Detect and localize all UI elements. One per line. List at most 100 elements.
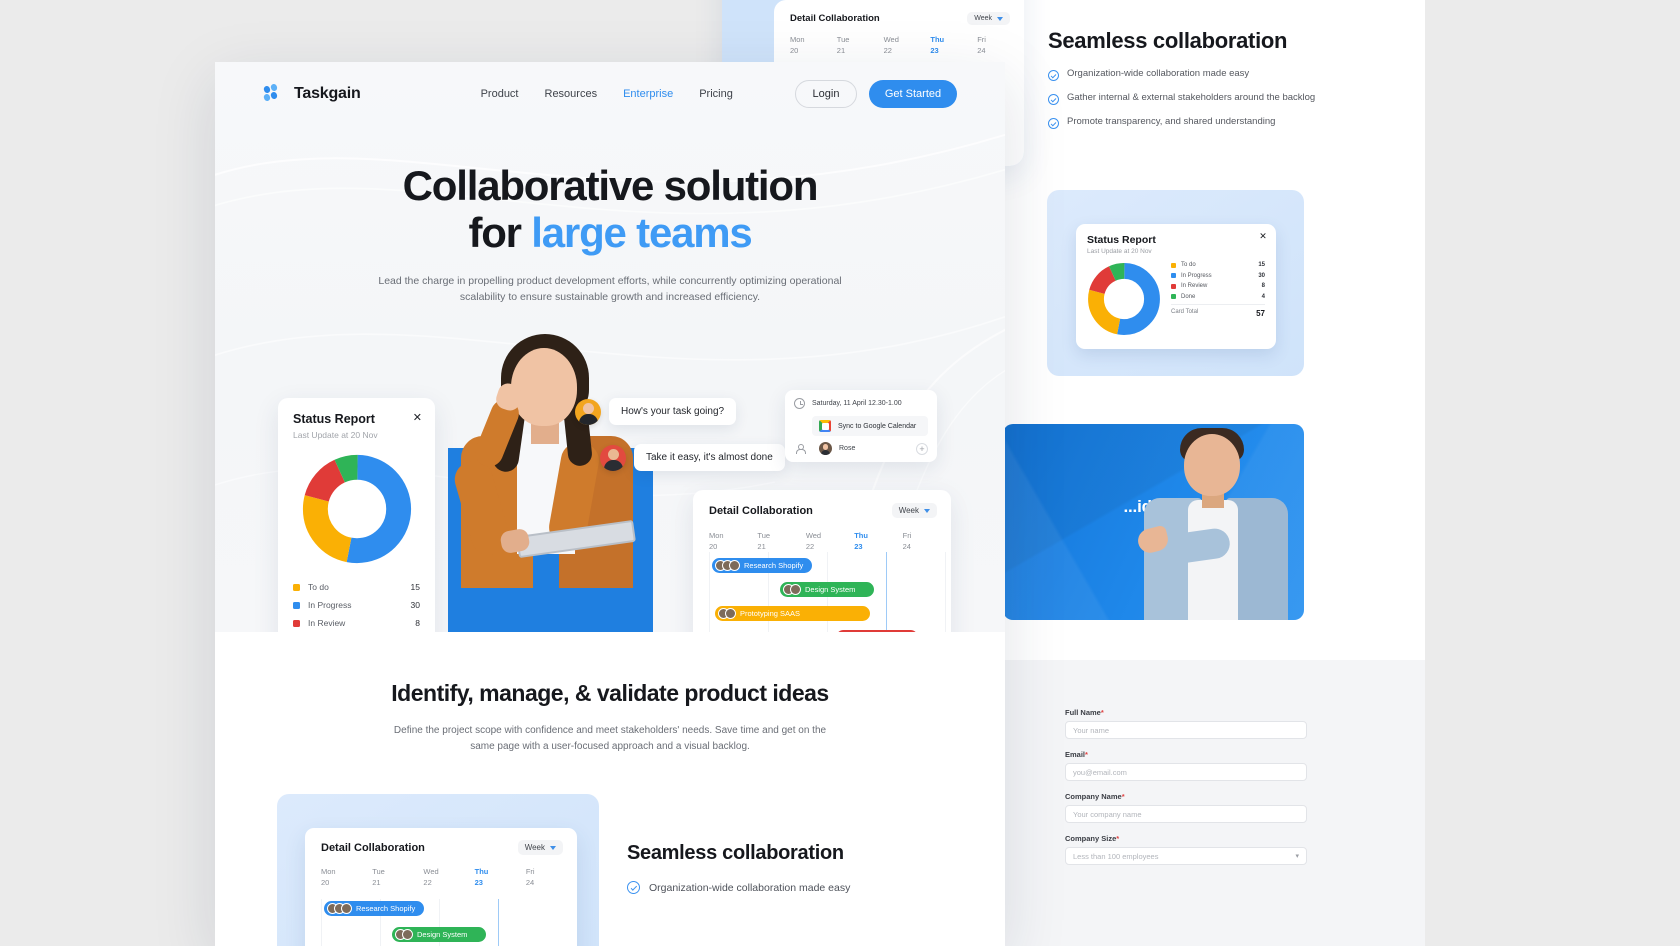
bullet-text: Promote transparency, and shared underst… <box>1067 116 1276 127</box>
company-name-input[interactable]: Your company name <box>1065 805 1307 823</box>
gantt-day: Thu 23 <box>930 35 945 55</box>
gantt-bar-research-shopify[interactable]: Research Shopify <box>324 900 424 916</box>
status-report-donut <box>1087 262 1161 341</box>
gantt-bar-avatars <box>327 902 352 914</box>
gantt-day-headers: Mon 20 Tue 21 Wed 22 Thu 23 Fri 24 <box>709 531 951 553</box>
nav-links: Product Resources Enterprise Pricing <box>481 88 733 100</box>
gantt-range-selector[interactable]: Week <box>967 12 1010 25</box>
gantt-bar-avatars <box>395 928 413 940</box>
chevron-down-icon <box>924 508 930 513</box>
legend-label: In Review <box>1181 283 1208 289</box>
taskgain-logo-icon <box>263 83 285 105</box>
gantt-bar-research-shopify[interactable]: Research Shopify <box>712 558 812 573</box>
website-preview-card: Taskgain Product Resources Enterprise Pr… <box>215 62 1005 946</box>
form-field-company-size: Company Size* Less than 100 employees ▾ <box>1065 834 1307 865</box>
gantt-day-fri: Fri 24 <box>525 867 535 887</box>
gantt-range-label: Week <box>974 15 992 22</box>
check-circle-icon <box>1048 70 1059 81</box>
legend-value: 8 <box>1261 283 1265 289</box>
gantt-day-tue: Tue 21 <box>757 531 771 551</box>
gantt-day-tue: Tue 21 <box>372 867 385 887</box>
chevron-down-icon <box>550 845 556 850</box>
company-size-select[interactable]: Less than 100 employees ▾ <box>1065 847 1307 865</box>
legend-item: In Review 8 <box>1171 283 1265 289</box>
required-marker: * <box>1085 750 1088 759</box>
get-started-button[interactable]: Get Started <box>869 80 957 108</box>
close-icon[interactable]: ✕ <box>1259 232 1267 241</box>
brand[interactable]: Taskgain <box>263 83 361 105</box>
sync-to-google-calendar-button[interactable]: Sync to Google Calendar <box>812 416 928 436</box>
plus-icon[interactable]: + <box>916 442 928 455</box>
status-report-subtitle: Last Update at 20 Nov <box>1087 248 1152 255</box>
background-status-report-card: ✕ Status Report Last Update at 20 Nov To… <box>1076 224 1276 349</box>
gantt-bar-prototyping-saas[interactable]: Prototyping SAAS <box>715 606 870 621</box>
gantt-bar-avatars <box>715 560 740 571</box>
company-size-value: Less than 100 employees <box>1073 851 1159 861</box>
legend-swatch <box>1171 283 1176 289</box>
login-button[interactable]: Login <box>795 80 857 108</box>
nav-link-product[interactable]: Product <box>481 88 519 100</box>
nav-link-resources[interactable]: Resources <box>545 88 598 100</box>
section-paragraph: Define the project scope with confidence… <box>393 725 827 752</box>
gantt-title: Detail Collaboration <box>790 13 880 24</box>
hero-person-photo <box>405 334 695 632</box>
legend-item: Done 4 <box>1171 294 1265 300</box>
nav-link-enterprise[interactable]: Enterprise <box>623 88 673 100</box>
product-ideas-section: Identify, manage, & validate product ide… <box>215 632 1005 754</box>
legend-item: In Progress 30 <box>1171 273 1265 279</box>
avatar <box>600 444 626 471</box>
gantt-bar-label: Design System <box>805 585 856 594</box>
calendar-card: Saturday, 11 April 12.30-1.00 Sync to Go… <box>785 390 937 462</box>
background-tour-banner: ...ided tour fit into <box>1003 424 1304 620</box>
status-report-legend: To do 15 In Progress 30 In Review 8 <box>293 582 420 632</box>
required-marker: * <box>1121 792 1125 801</box>
site-navbar: Taskgain Product Resources Enterprise Pr… <box>215 62 1005 126</box>
background-form-section: Full Name* Your name Email* you@email.co… <box>1005 660 1425 946</box>
hero-title-line-2-plain: for <box>468 209 532 257</box>
legend-item: To do 15 <box>293 582 420 592</box>
sync-label: Sync to Google Calendar <box>838 422 917 430</box>
gantt-day: Wed 22 <box>883 35 899 55</box>
bullet-text: Gather internal & external stakeholders … <box>1067 92 1316 103</box>
gantt-day-mon: Mon 20 <box>321 867 336 887</box>
gantt-bar-design-system[interactable]: Design System <box>780 582 874 597</box>
gantt-day-thu: Thu 23 <box>854 531 868 551</box>
clock-icon <box>794 398 805 409</box>
chevron-down-icon <box>997 16 1003 21</box>
check-circle-icon <box>627 881 640 894</box>
seamless-gantt-panel: Detail Collaboration Week Mon 20 Tue 21 We… <box>277 794 599 946</box>
chat-message-1: How's your task going? <box>575 398 737 425</box>
detail-collaboration-card-2: Detail Collaboration Week Mon 20 Tue 21 We… <box>305 828 577 946</box>
hero-title-highlight: large teams <box>531 209 752 257</box>
gantt-day: Fri 24 <box>977 35 986 55</box>
gantt-title: Detail Collaboration <box>321 841 425 854</box>
status-report-title: Status Report <box>1087 234 1156 246</box>
gantt-bar-design-system[interactable]: Design System <box>392 926 486 942</box>
person-icon <box>794 443 806 454</box>
detail-collaboration-card: Detail Collaboration Week Mon 20 Tue 21 We… <box>693 490 951 632</box>
full-name-input[interactable]: Your name <box>1065 721 1307 739</box>
calendar-date: Saturday, 11 April 12.30-1.00 <box>812 400 902 407</box>
legend-swatch <box>293 619 300 627</box>
bullet-text: Organization-wide collaboration made eas… <box>1067 68 1250 79</box>
gantt-day-wed: Wed 22 <box>423 867 439 887</box>
background-seamless-bullets: Organization-wide collaboration made eas… <box>1048 68 1388 129</box>
nav-link-pricing[interactable]: Pricing <box>699 88 733 100</box>
seamless-collaboration-section: Detail Collaboration Week Mon 20 Tue 21 We… <box>215 794 1005 946</box>
gantt-bar-user-flow[interactable]: User Flow <box>836 630 918 632</box>
legend-label: To do <box>308 582 329 592</box>
gantt-grid: Research Shopify Design System Prototypi… <box>709 552 951 632</box>
required-marker: * <box>1116 834 1120 843</box>
gantt-range-selector[interactable]: Week <box>891 503 937 518</box>
bullet-text: Organization-wide collaboration made eas… <box>649 881 851 894</box>
required-marker: * <box>1100 708 1104 717</box>
status-report-legend: To do 15 In Progress 30 In Review 8 <box>1171 262 1265 300</box>
field-label: Email* <box>1065 750 1088 759</box>
check-circle-icon <box>1048 118 1059 129</box>
hero-paragraph: Lead the charge in propelling product de… <box>378 275 842 303</box>
gantt-range-selector[interactable]: Week <box>517 840 563 855</box>
email-input[interactable]: you@email.com <box>1065 763 1307 781</box>
list-item: Promote transparency, and shared underst… <box>1048 116 1388 129</box>
gantt-day-wed: Wed 22 <box>805 531 822 551</box>
section-heading: Seamless collaboration <box>627 842 844 864</box>
